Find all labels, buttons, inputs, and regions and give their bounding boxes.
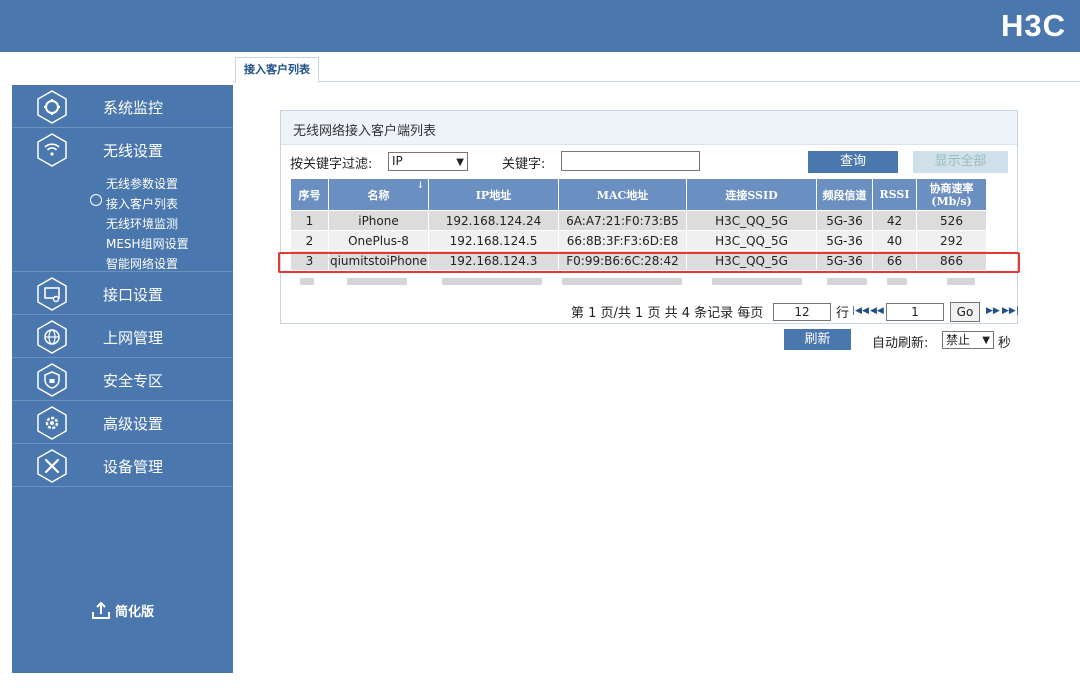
prev-page-icon[interactable]: ◀◀ <box>870 306 884 316</box>
wifi-icon <box>37 133 67 167</box>
panel-title: 无线网络接入客户端列表 <box>293 124 437 139</box>
chevron-down-icon: ▼ <box>456 157 464 168</box>
per-page-input[interactable]: 12 <box>773 303 831 321</box>
column-header: 序号 <box>290 178 329 211</box>
keyword-input[interactable] <box>561 151 700 171</box>
last-page-icon[interactable]: ▶▶| <box>1002 306 1019 316</box>
rows-label: 行 <box>836 306 850 321</box>
column-header[interactable]: 名称 ↓ <box>328 178 429 211</box>
sidebar-item-advanced[interactable]: 高级设置 <box>12 401 233 444</box>
blurred-row <box>292 278 1006 286</box>
auto-refresh-label: 自动刷新: <box>872 336 929 351</box>
tab-strip: 接入客户列表 <box>233 52 1080 83</box>
refresh-button[interactable]: 刷新 <box>784 329 851 350</box>
auto-refresh-select[interactable]: 禁止 ▼ <box>942 331 994 349</box>
sidebar-sub-client-list[interactable]: 接入客户列表 <box>106 195 178 212</box>
column-header: 协商速率 (Mb/s) <box>916 178 987 211</box>
table-row: 1 iPhone 192.168.124.24 6A:A7:21:F0:73:B… <box>290 210 987 231</box>
column-header: IP地址 <box>428 178 559 211</box>
seconds-unit: 秒 <box>998 336 1012 351</box>
current-item-marker-icon <box>90 194 102 206</box>
sidebar-item-security[interactable]: 安全专区 <box>12 358 233 401</box>
sidebar-item-wireless[interactable]: 无线设置 <box>12 128 233 171</box>
filter-value: IP <box>392 154 403 168</box>
return-icon <box>92 601 110 619</box>
table-row: 3 qiumitstoiPhone 192.168.124.3 F0:99:B6… <box>290 250 987 271</box>
sidebar-item-label: 无线设置 <box>103 142 164 160</box>
simple-mode-link[interactable]: 简化版 <box>90 599 154 621</box>
client-table: 序号 名称 ↓ IP地址 MAC地址 连接SSID 频段信道 RSSI 协商速率(… <box>290 178 987 271</box>
tab-client-list[interactable]: 接入客户列表 <box>235 57 319 83</box>
column-header: 连接SSID <box>686 178 817 211</box>
show-all-button[interactable]: 显示全部 <box>913 151 1008 173</box>
sidebar-item-label: 上网管理 <box>103 329 164 347</box>
sidebar-item-label: 接口设置 <box>103 286 164 304</box>
simple-mode-label: 简化版 <box>115 605 155 620</box>
h3c-logo: H3C <box>1000 8 1066 43</box>
page-input[interactable]: 1 <box>886 303 944 321</box>
gear-icon <box>37 406 67 440</box>
keyword-label: 关键字: <box>502 157 546 172</box>
sidebar-item-label: 系统监控 <box>103 99 164 117</box>
sidebar-sub-wireless-params[interactable]: 无线参数设置 <box>106 175 178 192</box>
sort-arrow-icon: ↓ <box>416 181 424 191</box>
panel-header: 无线网络接入客户端列表 <box>281 111 1017 145</box>
go-button[interactable]: Go <box>950 302 980 322</box>
top-header: H3C <box>0 0 1080 52</box>
globe-icon <box>37 320 67 354</box>
sidebar-item-label: 安全专区 <box>103 372 164 390</box>
sidebar-sub-mesh[interactable]: MESH组网设置 <box>106 235 189 252</box>
sidebar-item-label: 高级设置 <box>103 415 164 433</box>
shield-lock-icon <box>37 363 67 397</box>
sidebar-sub-environment[interactable]: 无线环境监测 <box>106 215 178 232</box>
sidebar-item-label: 设备管理 <box>103 458 164 476</box>
column-header: 频段信道 <box>816 178 873 211</box>
table-row: 2 OnePlus-8 192.168.124.5 66:8B:3F:F3:6D… <box>290 230 987 251</box>
pager-summary: 第 1 页/共 1 页 共 4 条记录 每页 <box>571 306 764 321</box>
interface-icon <box>37 277 67 311</box>
monitor-icon <box>37 90 67 124</box>
filter-select[interactable]: IP ▼ <box>388 152 468 171</box>
column-header: RSSI <box>872 178 917 211</box>
chevron-down-icon: ▼ <box>982 335 990 346</box>
sidebar-item-device[interactable]: 设备管理 <box>12 444 233 487</box>
filter-label: 按关键字过滤: <box>290 157 373 172</box>
next-page-icon[interactable]: ▶▶ <box>986 306 1000 316</box>
auto-refresh-value: 禁止 <box>946 333 971 347</box>
sidebar-item-interface[interactable]: 接口设置 <box>12 272 233 315</box>
column-header: MAC地址 <box>558 178 687 211</box>
sidebar-item-system-monitor[interactable]: 系统监控 <box>12 85 233 128</box>
tools-icon <box>37 449 67 483</box>
sidebar: 系统监控 无线设置 无线参数设置 接入客户列表 无线环境监测 MESH组网设置 … <box>12 85 233 673</box>
query-button[interactable]: 查询 <box>808 151 898 173</box>
first-page-icon[interactable]: |◀◀ <box>852 306 869 316</box>
sidebar-item-internet[interactable]: 上网管理 <box>12 315 233 358</box>
sidebar-sub-smart-network[interactable]: 智能网络设置 <box>106 255 178 272</box>
